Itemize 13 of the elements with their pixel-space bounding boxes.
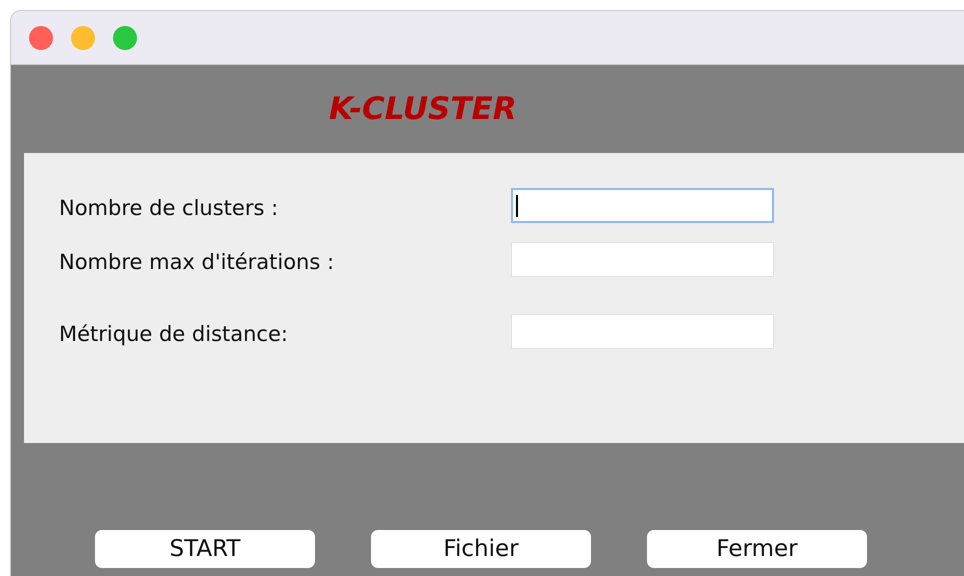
app-title: K-CLUSTER — [328, 90, 518, 129]
action-button[interactable]: Fichier — [371, 530, 591, 568]
input-field[interactable] — [511, 242, 774, 277]
action-button[interactable]: Fermer — [647, 530, 867, 568]
field-label: Métrique de distance: — [59, 321, 289, 346]
zoom-button[interactable] — [113, 26, 137, 50]
close-button[interactable] — [29, 26, 53, 50]
minimize-button[interactable] — [71, 26, 95, 50]
field-label: Nombre max d'itérations : — [59, 249, 336, 274]
action-button[interactable]: START — [95, 530, 315, 568]
input-field[interactable] — [511, 314, 774, 349]
input-field[interactable] — [511, 188, 774, 223]
field-label: Nombre de clusters : — [59, 195, 280, 220]
